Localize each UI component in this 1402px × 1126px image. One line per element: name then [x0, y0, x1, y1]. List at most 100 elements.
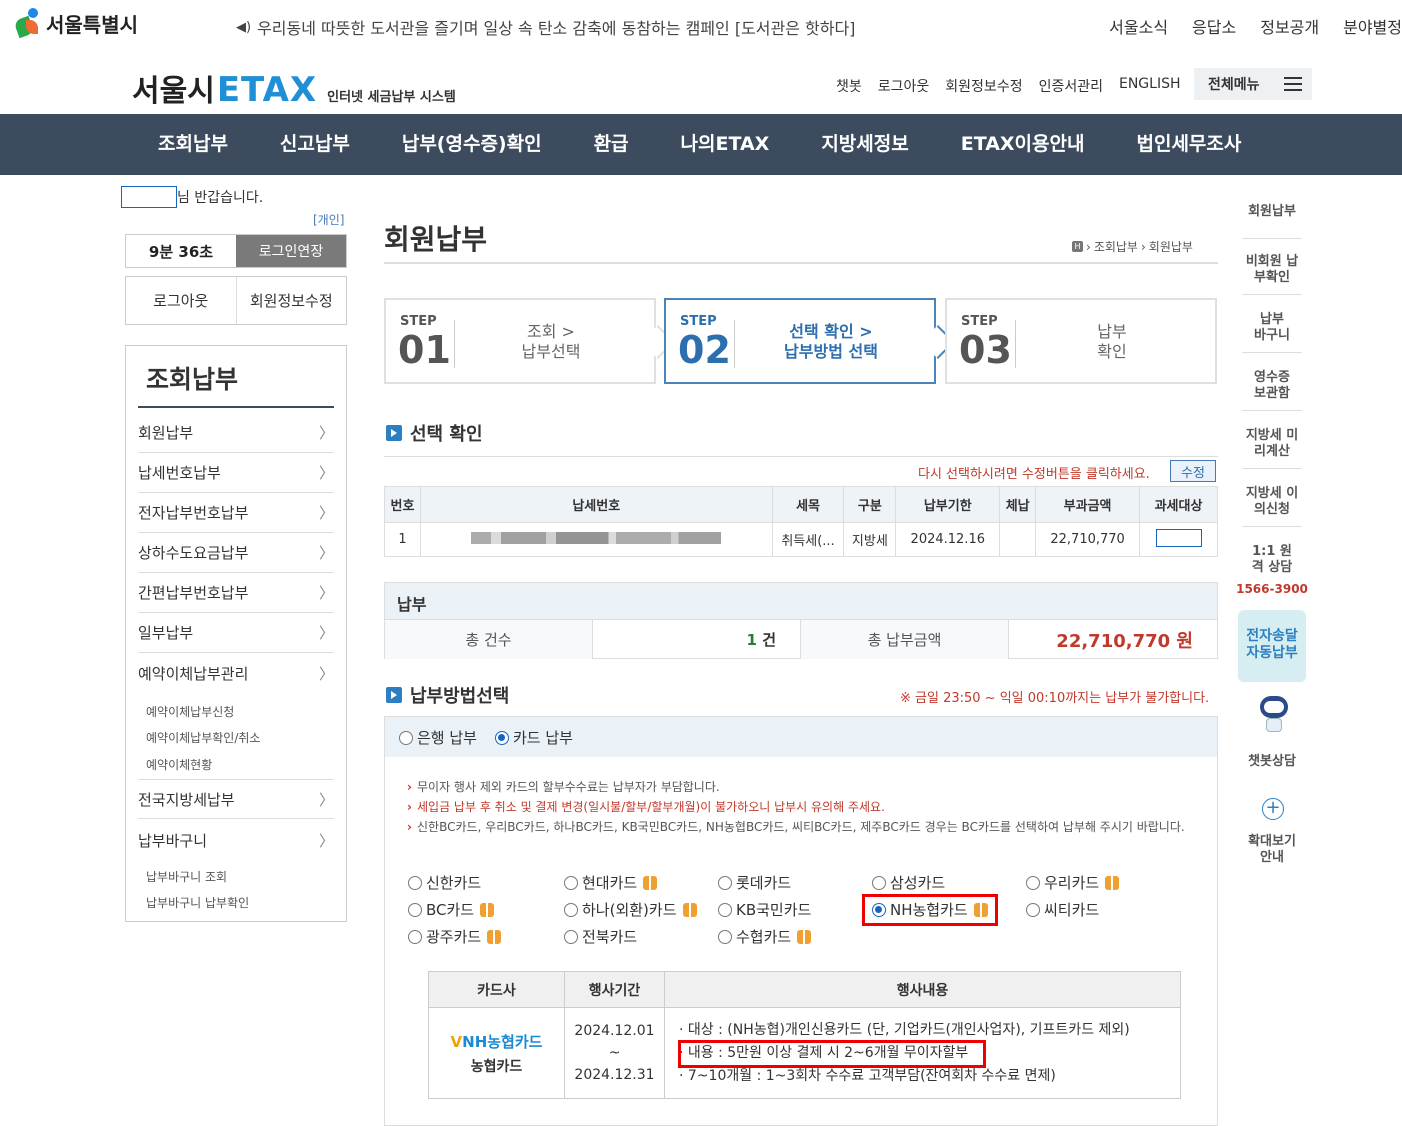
card-option-suhyup[interactable]: 수협카드: [718, 926, 812, 947]
quick-remote[interactable]: 1:1 원격 상담: [1248, 544, 1296, 576]
lnb-sub-basket-confirm[interactable]: 납부바구니 납부확인: [146, 894, 249, 911]
selected-tax-table: 번호 납세번호 세목 구분 납부기한 체납 부과금액 과세대상 1 취득세(..…: [384, 486, 1218, 557]
util-member-edit[interactable]: 회원정보수정: [945, 76, 1022, 96]
quick-chatbot[interactable]: 챗봇상담: [1236, 754, 1308, 770]
bank-pay-option[interactable]: 은행 납부: [399, 727, 477, 748]
gnb-corp-audit[interactable]: 법인세무조사: [1136, 114, 1241, 175]
account-actions: 로그아웃 회원정보수정: [125, 276, 347, 325]
brand-seoul: 서울시: [132, 74, 215, 109]
event-card-name: 농협카드: [470, 1058, 523, 1075]
card-option-bc[interactable]: BC카드: [408, 899, 495, 920]
gnb-guide[interactable]: ETAX이용안내: [961, 114, 1085, 175]
lnb-item-national[interactable]: 전국지방세납부 〉: [138, 779, 334, 819]
confirm-heading-text: 선택 확인: [410, 424, 483, 445]
card-option-kwangju[interactable]: 광주카드: [408, 926, 502, 947]
quick-auto-pay[interactable]: 전자송달 자동납부: [1238, 610, 1306, 682]
card-label: 전북카드: [582, 928, 638, 946]
card-option-kb[interactable]: KB국민카드: [718, 899, 811, 920]
period-tilde: ~: [608, 1045, 621, 1061]
step-2: STEP 02 선택 확인 > 납부방법 선택: [664, 298, 955, 384]
quick-divider: [1242, 526, 1302, 527]
lnb-item-reserve[interactable]: 예약이체납부관리 〉: [138, 653, 334, 693]
lnb-label: 간편납부번호납부: [138, 584, 249, 602]
lnb-item-taxno-pay[interactable]: 납세번호납부 〉: [138, 453, 334, 493]
util-cert[interactable]: 인증서관리: [1039, 76, 1103, 96]
chevron-right-icon: 〉: [318, 504, 334, 522]
util-logout[interactable]: 로그아웃: [878, 76, 930, 96]
radio-icon: [718, 875, 732, 890]
lnb-item-partial[interactable]: 일부납부 〉: [138, 613, 334, 653]
card-label: 하나(외환)카드: [582, 901, 677, 919]
quick-zoom-guide[interactable]: 확대보기 안내: [1246, 834, 1298, 866]
card-option-woori[interactable]: 우리카드: [1026, 872, 1120, 893]
note-item: 무이자 행사 제외 카드의 할부수수료는 납부자가 부담합니다.: [407, 777, 1197, 797]
section-arrow-icon: [386, 687, 402, 703]
lnb-item-water[interactable]: 상하수도요금납부 〉: [138, 533, 334, 573]
bread-item[interactable]: 조회납부: [1094, 238, 1138, 255]
hamburger-icon: [1284, 77, 1302, 91]
zoom-plus-icon[interactable]: +: [1262, 798, 1284, 820]
member-edit-button[interactable]: 회원정보수정: [235, 277, 347, 324]
top-link-info[interactable]: 정보공개: [1260, 14, 1319, 38]
col-header: 행사기간: [564, 971, 665, 1008]
card-option-citi[interactable]: 씨티카드: [1026, 899, 1099, 920]
radio-selected-icon: [494, 731, 509, 745]
chevron-right-icon: 〉: [318, 544, 334, 562]
lnb-item-simple[interactable]: 간편납부번호납부 〉: [138, 573, 334, 613]
gnb-my-etax[interactable]: 나의ETAX: [681, 114, 770, 175]
home-icon[interactable]: H: [1072, 241, 1083, 252]
card-option-samsung[interactable]: 삼성카드: [872, 872, 945, 893]
gnb-inquiry-pay[interactable]: 조회납부: [158, 114, 228, 175]
lnb-item-member-pay[interactable]: 회원납부 〉: [138, 413, 334, 453]
card-option-hyundai[interactable]: 현대카드: [564, 872, 658, 893]
quick-basket[interactable]: 납부 바구니: [1252, 312, 1292, 344]
quick-precalc[interactable]: 지방세 미리계산: [1244, 428, 1300, 460]
nh-logo-text: NH농협카드: [462, 1032, 543, 1051]
gnb-report-pay[interactable]: 신고납부: [280, 114, 350, 175]
col-header: 번호: [384, 486, 421, 523]
lnb-sub-reserve-status[interactable]: 예약이체현황: [146, 756, 212, 773]
event-card-cell: VNH농협카드 농협카드: [428, 1007, 565, 1099]
all-menu-button[interactable]: 전체메뉴: [1194, 68, 1312, 100]
extend-login-button[interactable]: 로그인연장: [236, 235, 346, 267]
quick-member-pay[interactable]: 회원납부: [1236, 204, 1308, 220]
step-line: 납부선택: [521, 342, 581, 361]
lnb-item-basket[interactable]: 납부바구니 〉: [138, 820, 334, 860]
card-option-shinhan[interactable]: 신한카드: [408, 872, 481, 893]
gnb-receipt[interactable]: 납부(영수증)확인: [402, 114, 542, 175]
card-label: BC카드: [426, 901, 475, 919]
left-nav: 조회납부 회원납부 〉 납세번호납부 〉 전자납부번호납부 〉 상하수도요금납부 〉 간…: [125, 345, 347, 922]
quick-receipt-box[interactable]: 영수증 보관함: [1250, 370, 1294, 402]
step-sep: [454, 320, 455, 368]
seoul-logo[interactable]: 서울특별시: [12, 8, 138, 39]
quick-objection[interactable]: 지방세 이의신청: [1244, 486, 1300, 518]
gnb-local-tax-info[interactable]: 지방세정보: [821, 114, 908, 175]
util-english[interactable]: ENGLISH: [1119, 76, 1181, 96]
card-pay-option[interactable]: 카드 납부: [494, 727, 573, 748]
top-link-news[interactable]: 서울소식: [1109, 14, 1168, 38]
util-chatbot[interactable]: 챗봇: [836, 76, 862, 96]
lnb-sub-reserve-apply[interactable]: 예약이체납부신청: [146, 703, 234, 720]
cell-tax: 취득세(...: [771, 522, 845, 557]
gnb-refund[interactable]: 환급: [594, 114, 629, 175]
card-option-jeonbuk[interactable]: 전북카드: [564, 926, 637, 947]
col-header: 납부기한: [895, 486, 1001, 523]
etax-brand[interactable]: 서울시 ETAX 인터넷 세금납부 시스템: [132, 66, 456, 110]
lnb-sub-basket-view[interactable]: 납부바구니 조회: [146, 868, 227, 885]
logout-button[interactable]: 로그아웃: [126, 277, 236, 324]
quick-guest-confirm[interactable]: 비회원 납부확인: [1244, 254, 1300, 286]
nh-card-highlight: [862, 894, 998, 926]
card-option-lotte[interactable]: 롯데카드: [718, 872, 791, 893]
card-option-hana[interactable]: 하나(외환)카드: [564, 899, 697, 920]
cell-amount: 22,710,770: [1035, 522, 1141, 557]
top-link-response[interactable]: 응답소: [1192, 14, 1236, 38]
lnb-sub-reserve-cancel[interactable]: 예약이체납부확인/취소: [146, 729, 260, 746]
top-link-field[interactable]: 분야별정: [1343, 14, 1402, 38]
lnb-item-epay-no[interactable]: 전자납부번호납부 〉: [138, 493, 334, 533]
card-label: 수협카드: [736, 928, 792, 946]
notice-banner[interactable]: ◀) 우리동네 따뜻한 도서관을 즐기며 일상 속 탄소 감축에 동참하는 캠페…: [236, 15, 855, 39]
edit-button[interactable]: 수정: [1170, 460, 1216, 482]
table-row[interactable]: 1 취득세(... 지방세 2024.12.16 22,710,770: [384, 522, 1218, 557]
chatbot-robot-icon[interactable]: [1256, 696, 1292, 736]
interest-free-icon: [682, 902, 697, 917]
